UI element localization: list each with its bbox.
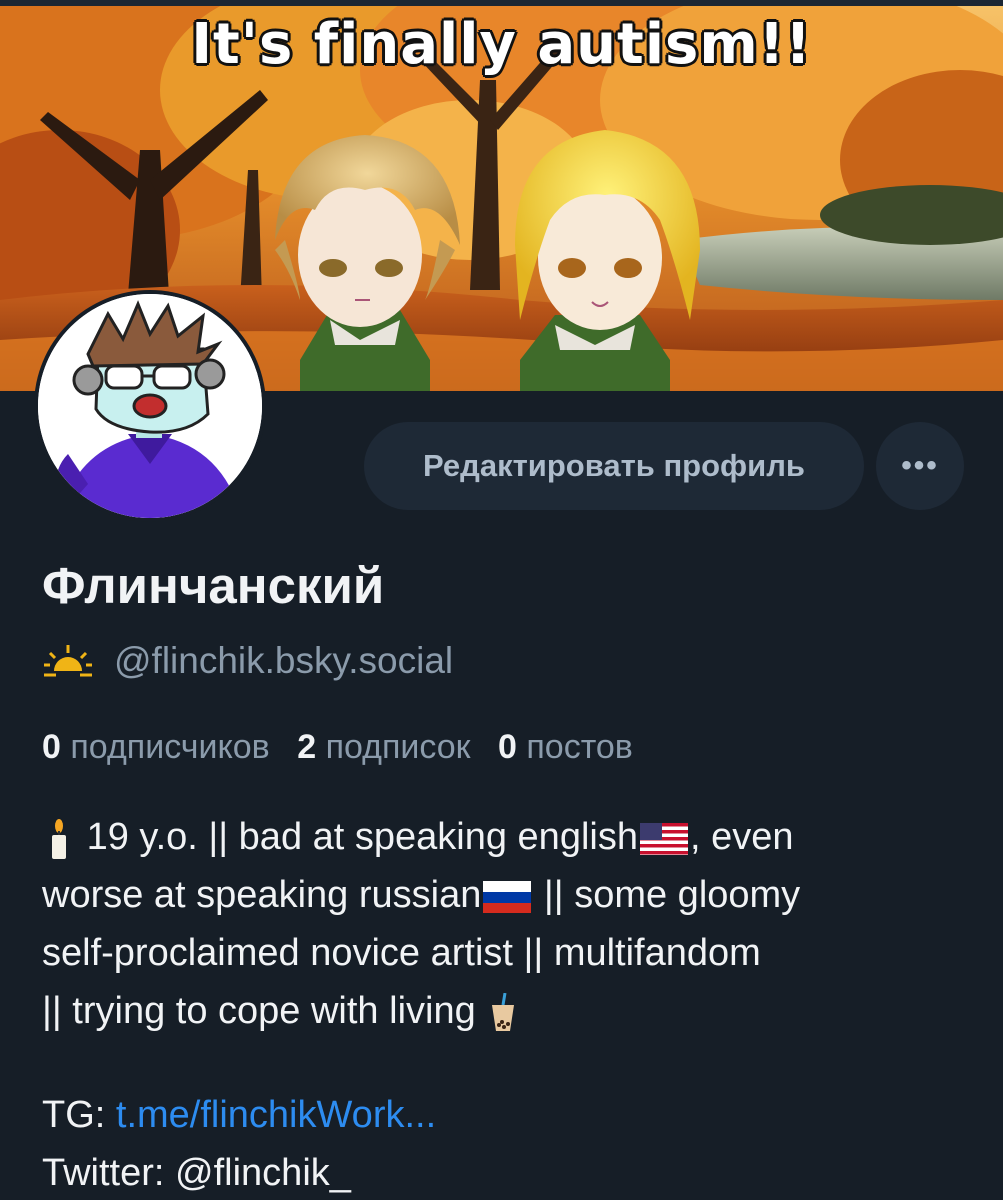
following-label: подписок xyxy=(325,728,471,766)
display-name: Флинчанский xyxy=(42,557,385,614)
banner-caption: It's finally autism!! xyxy=(191,12,812,77)
profile-page: It's finally autism!! Редактировать проф… xyxy=(0,0,1003,1200)
more-dots-icon: ••• xyxy=(901,449,939,482)
user-handle: @flinchik.bsky.social xyxy=(114,640,454,681)
followers-count: 0 xyxy=(42,728,61,766)
following-count: 2 xyxy=(297,728,317,766)
tg-row: TG: t.me/flinchikWork... xyxy=(42,1086,436,1144)
profile-bio: 19 y.o. || bad at speaking english , eve… xyxy=(42,808,972,1040)
edit-profile-button[interactable]: Редактировать профиль xyxy=(364,422,864,510)
bio-text-1b: , even xyxy=(689,816,794,858)
candle-icon xyxy=(52,818,66,859)
bio-line-2: worse at speaking russian || some gloomy xyxy=(42,866,972,924)
bubble-tea-icon xyxy=(492,992,515,1031)
following-stat[interactable]: 2 подписок xyxy=(297,728,470,766)
avatar-image xyxy=(38,294,262,518)
sunrise-icon xyxy=(44,645,92,677)
posts-count: 0 xyxy=(498,728,517,766)
followers-stat[interactable]: 0 подписчиков xyxy=(42,728,270,766)
tg-label: TG: xyxy=(42,1094,116,1136)
profile-stats: 0 подписчиков 2 подписок 0 постов xyxy=(42,728,651,767)
tg-link[interactable]: t.me/flinchikWork... xyxy=(116,1094,436,1136)
status-strip xyxy=(0,0,1003,6)
more-options-button[interactable]: ••• xyxy=(876,422,964,510)
bio-text-4: || trying to cope with living xyxy=(42,990,476,1032)
us-flag-icon xyxy=(639,822,688,855)
bio-line-1: 19 y.o. || bad at speaking english , eve… xyxy=(42,808,972,866)
bio-text-2b: || some gloomy xyxy=(533,874,801,916)
twitter-label: Twitter: xyxy=(42,1152,176,1194)
profile-links: TG: t.me/flinchikWork... Twitter: @flinc… xyxy=(42,1086,436,1200)
posts-label: постов xyxy=(526,728,633,766)
bio-text-2a: worse at speaking russian xyxy=(42,874,482,916)
bio-text-1a: 19 y.o. || bad at speaking english xyxy=(86,816,638,858)
followers-label: подписчиков xyxy=(70,728,270,766)
twitter-handle: @flinchik_ xyxy=(175,1152,351,1194)
twitter-row: Twitter: @flinchik_ xyxy=(42,1144,436,1200)
bio-line-3: self-proclaimed novice artist || multifa… xyxy=(42,932,761,974)
handle-row: @flinchik.bsky.social xyxy=(42,640,453,682)
posts-stat: 0 постов xyxy=(498,728,633,766)
avatar[interactable] xyxy=(34,290,266,522)
bio-line-4: || trying to cope with living xyxy=(42,982,972,1040)
russia-flag-icon xyxy=(483,880,532,913)
